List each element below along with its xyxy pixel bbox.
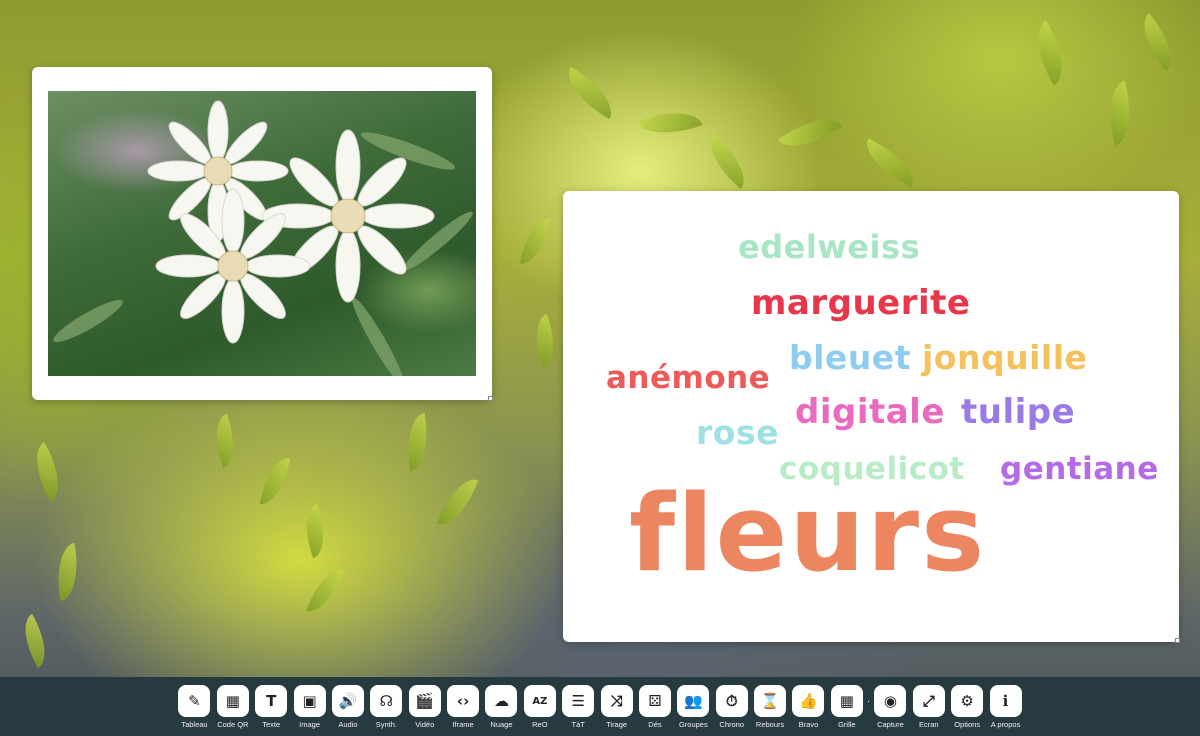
toolbar-button-tirage[interactable]: ⤨ Tirage [598, 685, 636, 729]
toolbar-label: Tableau [181, 720, 208, 729]
toolbar-button-reo[interactable]: AZ ReO [521, 685, 559, 729]
cloud-word-marguerite: marguerite [751, 283, 971, 323]
gear-icon: ⚙ [951, 685, 984, 717]
cloud-word-anemone: anémone [606, 360, 771, 396]
shuffle-icon: ⤨ [600, 685, 633, 717]
toolbar-button-tableau[interactable]: ✎ Tableau [175, 685, 213, 729]
fullscreen-icon: ⤢ [912, 685, 945, 717]
toolbar-button-code-qr[interactable]: ▦ Code QR [214, 685, 252, 729]
image-card[interactable] [32, 67, 493, 401]
toolbar-button-vidéo[interactable]: 🎬 Vidéo [406, 685, 444, 729]
document-icon: ☰ [562, 685, 595, 717]
thumbs-up-icon: 👍 [792, 685, 825, 717]
toolbar-button-image[interactable]: ▣ Image [291, 685, 329, 729]
word-cloud-resize-handle[interactable] [1175, 638, 1180, 643]
toolbar-button-capture[interactable]: ◉ Capture [871, 685, 909, 729]
toolbar-label: Chrono [719, 720, 745, 729]
toolbar-button-dés[interactable]: ⚄ Dés [636, 685, 674, 729]
toolbar-label: TàT [571, 720, 585, 729]
clapperboard-icon: 🎬 [408, 685, 441, 717]
voice-icon: ☊ [370, 685, 403, 717]
grid-icon: ▦ [830, 685, 863, 717]
toolbar-label: Bravo [798, 720, 819, 729]
cloud-word-edelweiss: edelweiss [738, 228, 921, 266]
sort-az-icon: AZ [523, 685, 556, 717]
code-icon: ‹› [447, 685, 480, 717]
toolbar-button-options[interactable]: ⚙ Options [948, 685, 986, 729]
cloud-word-gentiane: gentiane [1000, 451, 1159, 487]
toolbar-label: Capture [877, 720, 904, 729]
image-icon: ▣ [293, 685, 326, 717]
toolbar-label: A propos [990, 720, 1021, 729]
toolbar-button-chrono[interactable]: ⏱ Chrono [713, 685, 751, 729]
toolbar-label: Code QR [217, 720, 249, 729]
toolbar-button-audio[interactable]: 🔊 Audio [329, 685, 367, 729]
toolbar-button-grille[interactable]: ▦ Grille [828, 685, 866, 729]
qr-code-icon: ▦ [216, 685, 249, 717]
cloud-word-rose: rose [696, 413, 779, 452]
toolbar-label: Rebours [755, 720, 785, 729]
toolbar-label: Texte [262, 720, 281, 729]
stopwatch-icon: ⏱ [715, 685, 748, 717]
info-icon: ℹ [989, 685, 1022, 717]
cloud-word-fleurs: fleurs [629, 472, 987, 595]
toolbar-label: ReO [532, 720, 548, 729]
cloud-icon: ☁ [485, 685, 518, 717]
toolbar-label: Vidéo [415, 720, 435, 729]
cloud-word-tulipe: tulipe [961, 392, 1076, 432]
camera-shutter-icon: ◉ [874, 685, 907, 717]
toolbar-button-ecran[interactable]: ⤢ Ecran [910, 685, 948, 729]
toolbar-label: Dés [648, 720, 662, 729]
cloud-word-jonquille: jonquille [922, 338, 1088, 377]
people-icon: 👥 [677, 685, 710, 717]
toolbar-label: Synth. [375, 720, 397, 729]
dice-icon: ⚄ [638, 685, 671, 717]
toolbar-label: Groupes [678, 720, 708, 729]
text-icon: T [255, 685, 288, 717]
toolbar-separator: · [867, 697, 871, 708]
toolbar-button-iframe[interactable]: ‹› Iframe [444, 685, 482, 729]
toolbar-label: Audio [338, 720, 358, 729]
pen-icon: ✎ [178, 685, 211, 717]
toolbar-label: Iframe [452, 720, 474, 729]
image-card-resize-handle[interactable] [488, 396, 493, 401]
cloud-word-digitale: digitale [795, 392, 945, 432]
toolbar-button-rebours[interactable]: ⌛ Rebours [751, 685, 789, 729]
toolbar-button-groupes[interactable]: 👥 Groupes [674, 685, 712, 729]
toolbar-button-synth[interactable]: ☊ Synth. [367, 685, 405, 729]
speaker-icon: 🔊 [331, 685, 364, 717]
toolbar-label: Nuage [490, 720, 513, 729]
toolbar-button-a-propos[interactable]: ℹ A propos [987, 685, 1025, 729]
toolbar-label: Ecran [918, 720, 939, 729]
toolbar-button-nuage[interactable]: ☁ Nuage [482, 685, 520, 729]
toolbar-label: Image [299, 720, 321, 729]
hourglass-icon: ⌛ [754, 685, 787, 717]
edelweiss-photo [48, 91, 476, 376]
word-cloud-card[interactable]: edelweiss marguerite anémone bleuet jonq… [563, 191, 1180, 643]
toolbar-label: Grille [838, 720, 856, 729]
toolbar-button-tàt[interactable]: ☰ TàT [559, 685, 597, 729]
toolbar-label: Tirage [606, 720, 628, 729]
toolbar-button-texte[interactable]: T Texte [252, 685, 290, 729]
toolbar-label: Options [954, 720, 981, 729]
toolbar-button-bravo[interactable]: 👍 Bravo [789, 685, 827, 729]
bottom-toolbar: ✎ Tableau ▦ Code QR T Texte ▣ Image 🔊 Audio ☊ Synth… [0, 677, 1200, 736]
cloud-word-bleuet: bleuet [789, 338, 911, 377]
